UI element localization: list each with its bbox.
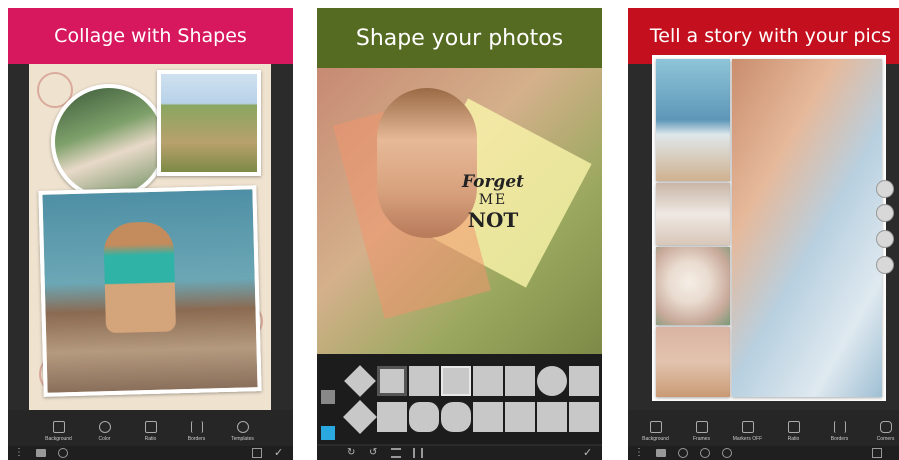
tool-label: Color <box>98 435 111 442</box>
shape-option[interactable] <box>377 366 407 396</box>
shape-option[interactable] <box>537 402 567 432</box>
shape-option[interactable] <box>377 402 407 432</box>
shape-option[interactable] <box>343 400 377 434</box>
circle-photo[interactable] <box>51 84 167 200</box>
menu-dots-icon[interactable]: ⋮ <box>634 448 644 458</box>
shape-option[interactable] <box>505 402 535 432</box>
layers-icon[interactable] <box>678 448 688 458</box>
tool-label: Templates <box>231 435 254 442</box>
check-icon[interactable]: ✓ <box>274 448 284 459</box>
bottom-nav: ⋮ ✓ <box>8 446 293 460</box>
tool-label: Frames <box>693 435 710 442</box>
dock-photo[interactable] <box>38 185 262 397</box>
shape-category-icon[interactable] <box>321 390 335 404</box>
story-canvas[interactable] <box>652 55 886 401</box>
overlay-word: ME <box>478 192 508 208</box>
swap-icon[interactable] <box>876 204 894 222</box>
share-icon[interactable] <box>876 230 894 248</box>
borders-icon <box>190 420 203 433</box>
folder-icon[interactable] <box>656 449 666 457</box>
markers-icon <box>741 420 754 433</box>
overlay-word: Forget <box>462 172 524 192</box>
save-icon[interactable] <box>252 448 262 458</box>
templates-icon <box>236 420 249 433</box>
tool-label: Background <box>45 435 72 442</box>
shuffle-icon[interactable] <box>876 180 894 198</box>
girl-figure <box>103 221 177 334</box>
banner-title: Shape your photos <box>355 25 564 51</box>
wedding-couple-photo[interactable] <box>656 183 730 245</box>
corners-icon <box>879 420 892 433</box>
banner-title: Collage with Shapes <box>54 25 247 47</box>
tool-label: Background <box>642 435 669 442</box>
shape-option[interactable] <box>505 366 535 396</box>
undo-icon[interactable]: ↺ <box>369 448 379 458</box>
banner-title: Tell a story with your pics <box>649 25 892 47</box>
shape-category-active-icon[interactable] <box>321 426 335 440</box>
shape-option[interactable] <box>344 365 376 397</box>
shape-option[interactable] <box>569 402 599 432</box>
shape-option[interactable] <box>537 366 567 396</box>
shape-option[interactable] <box>473 366 503 396</box>
tool-label: Borders <box>830 435 849 442</box>
check-icon[interactable]: ✓ <box>583 448 593 459</box>
ratio-icon <box>787 420 800 433</box>
shape-option[interactable] <box>441 402 471 432</box>
zoom-out-icon[interactable] <box>722 448 732 458</box>
tool-label: Ratio <box>144 435 157 442</box>
background-icon <box>52 420 65 433</box>
rotate-icon[interactable] <box>876 256 894 274</box>
bride-beach-photo[interactable] <box>656 59 730 181</box>
bottom-nav: ↻ ↺ ✓ <box>317 446 602 460</box>
palette-icon <box>98 420 111 433</box>
bottom-nav: ⋮ <box>628 446 899 460</box>
flip-horizontal-icon[interactable] <box>413 448 423 458</box>
collage-panel: Collage with Shapes Background Color Rat… <box>8 8 293 460</box>
tool-label: Markers OFF <box>732 435 763 442</box>
tool-label: Ratio <box>787 435 800 442</box>
shape-canvas[interactable]: Forget ME NOT <box>317 68 602 354</box>
tool-label: Corners <box>876 435 895 442</box>
flip-vertical-icon[interactable] <box>391 448 401 458</box>
couple-beach-photo[interactable] <box>656 327 730 397</box>
layers-icon[interactable] <box>58 448 68 458</box>
bouquet-photo[interactable] <box>656 247 730 325</box>
folder-icon[interactable] <box>36 449 46 457</box>
road-photo[interactable] <box>157 70 261 176</box>
tool-label: Borders <box>187 435 206 442</box>
overlay-word: NOT <box>467 208 519 232</box>
shape-picker <box>317 354 602 444</box>
borders-icon <box>833 420 846 433</box>
frames-icon <box>695 420 708 433</box>
shape-option-selected[interactable] <box>441 366 471 396</box>
panel-banner: Collage with Shapes <box>8 8 293 64</box>
shape-option[interactable] <box>473 402 503 432</box>
couple-kiss-photo[interactable] <box>732 59 882 397</box>
ratio-icon <box>144 420 157 433</box>
background-icon <box>649 420 662 433</box>
menu-dots-icon[interactable]: ⋮ <box>14 448 24 458</box>
panel-banner: Shape your photos <box>317 8 602 68</box>
shape-option[interactable] <box>409 402 439 432</box>
story-panel: Tell a story with your pics Background F… <box>628 8 899 460</box>
save-icon[interactable] <box>872 448 882 458</box>
shape-option[interactable] <box>569 366 599 396</box>
shape-panel: Shape your photos Forget ME NOT ↻ ↺ ✓ <box>317 8 602 460</box>
zoom-in-icon[interactable] <box>700 448 710 458</box>
collage-canvas[interactable] <box>29 64 271 410</box>
forget-me-not-text: Forget ME NOT <box>453 172 533 232</box>
rotate-icon[interactable]: ↻ <box>347 448 357 458</box>
shape-option[interactable] <box>409 366 439 396</box>
